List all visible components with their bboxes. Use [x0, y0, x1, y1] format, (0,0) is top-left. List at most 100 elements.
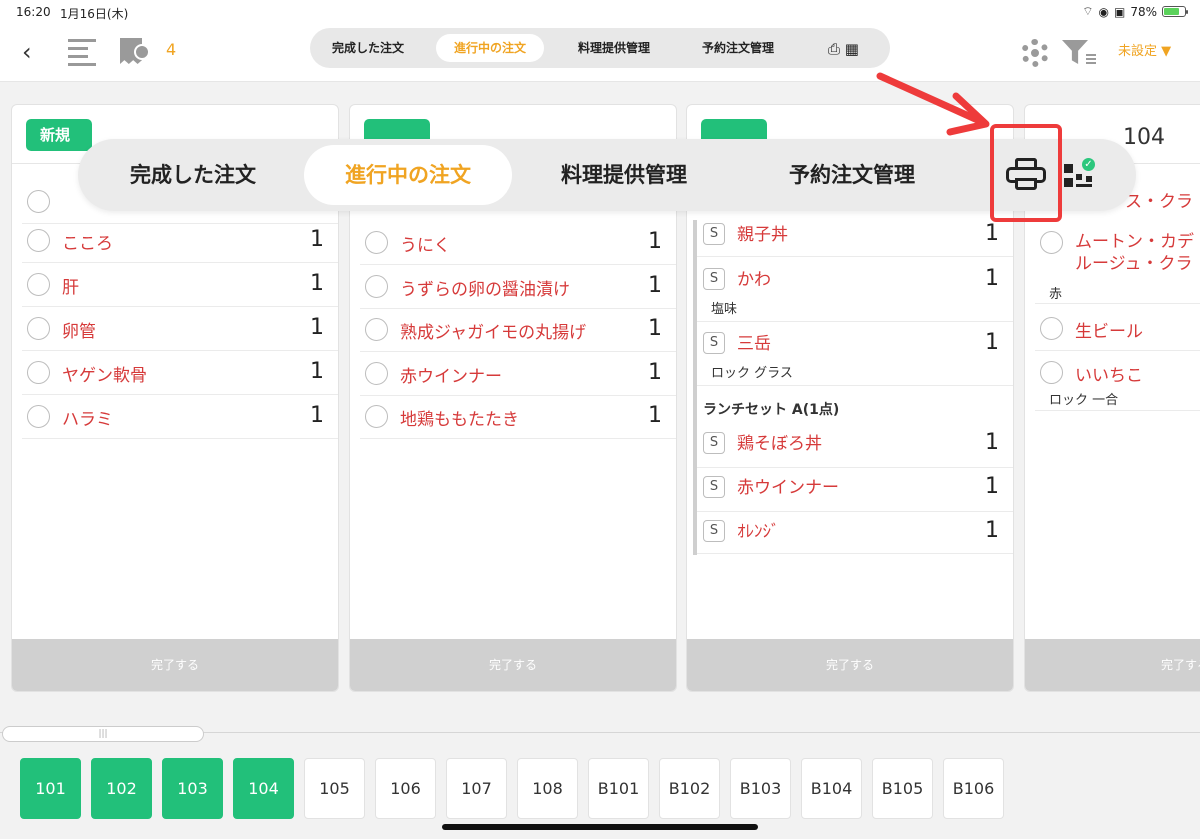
- s-tag: S: [703, 520, 725, 542]
- list-item[interactable]: 熟成ジャガイモの丸揚げ 1: [360, 308, 676, 352]
- qr-code-icon[interactable]: ✓: [1062, 156, 1097, 192]
- table-button-103[interactable]: 103: [162, 758, 223, 819]
- radio-icon[interactable]: [1040, 317, 1063, 340]
- zoom-tab-in-progress[interactable]: 進行中の注文: [304, 145, 512, 205]
- complete-button[interactable]: 完了する: [350, 639, 676, 691]
- list-item[interactable]: S かわ 1 塩味: [697, 260, 1013, 322]
- settings-gear-icon[interactable]: [1018, 36, 1052, 70]
- filter-icon[interactable]: [1062, 36, 1098, 66]
- item-name: 熟成ジャガイモの丸揚げ: [400, 323, 587, 343]
- radio-icon[interactable]: [27, 273, 50, 296]
- tab-serving[interactable]: 料理提供管理: [560, 34, 668, 62]
- list-item[interactable]: 卵管 1: [22, 307, 338, 351]
- item-name: ヤゲン軟骨: [62, 366, 147, 386]
- order-tabs: 完成した注文 進行中の注文 料理提供管理 予約注文管理 ⎙ ▦: [310, 28, 890, 68]
- item-qty: 1: [648, 360, 662, 385]
- list-item[interactable]: 地鶏ももたたき 1: [360, 395, 676, 439]
- item-name: ムートン・カデ ルージュ・クラ: [1075, 232, 1194, 274]
- list-item[interactable]: ハラミ 1: [22, 395, 338, 439]
- table-button-b105[interactable]: B105: [872, 758, 933, 819]
- radio-icon[interactable]: [27, 405, 50, 428]
- list-item[interactable]: ムートン・カデ ルージュ・クラ: [1035, 221, 1200, 289]
- list-item[interactable]: S 赤ウインナー 1: [697, 468, 1013, 512]
- table-button-b104[interactable]: B104: [801, 758, 862, 819]
- radio-icon[interactable]: [27, 229, 50, 252]
- table-button-105[interactable]: 105: [304, 758, 365, 819]
- table-button-b102[interactable]: B102: [659, 758, 720, 819]
- wifi-icon: ⌔: [1082, 4, 1094, 18]
- complete-button[interactable]: 完了する: [1025, 639, 1200, 691]
- tab-in-progress[interactable]: 進行中の注文: [436, 34, 545, 62]
- item-qty: 1: [310, 359, 324, 384]
- s-tag: S: [703, 432, 725, 454]
- zoom-tab-reservation[interactable]: 予約注文管理: [752, 145, 952, 205]
- unset-dropdown[interactable]: 未設定 ▼: [1118, 40, 1171, 59]
- table-button-b101[interactable]: B101: [588, 758, 649, 819]
- radio-icon[interactable]: [27, 317, 50, 340]
- complete-button[interactable]: 完了する: [12, 639, 338, 691]
- zoomed-order-tabs: 完成した注文 進行中の注文 料理提供管理 予約注文管理: [78, 139, 1136, 211]
- annotation-arrow: [876, 72, 990, 136]
- table-button-102[interactable]: 102: [91, 758, 152, 819]
- table-button-104[interactable]: 104: [233, 758, 294, 819]
- scroll-thumb[interactable]: |||: [2, 726, 204, 742]
- list-item[interactable]: うずらの卵の醤油漬け 1: [360, 265, 676, 309]
- battery-icon: [1162, 6, 1188, 17]
- s-tag: S: [703, 332, 725, 354]
- status-date: 1月16日(木): [60, 7, 129, 21]
- zoom-tab-completed[interactable]: 完成した注文: [88, 145, 298, 205]
- list-item[interactable]: ヤゲン軟骨 1: [22, 351, 338, 395]
- item-name: 地鶏ももたたき: [400, 410, 519, 430]
- table-button-b106[interactable]: B106: [943, 758, 1004, 819]
- location-icon: ◉: [1098, 4, 1109, 19]
- table-selector: 101 102 103 104 105 106 107 108 B101 B10…: [20, 758, 1200, 820]
- radio-icon[interactable]: [365, 362, 388, 385]
- list-item[interactable]: 赤ウインナー 1: [360, 352, 676, 396]
- list-item[interactable]: S 鶏そぼろ丼 1: [697, 424, 1013, 468]
- item-qty: 1: [985, 266, 999, 291]
- list-item[interactable]: うにく 1: [360, 221, 676, 265]
- radio-icon[interactable]: [365, 405, 388, 428]
- unset-label: 未設定: [1118, 44, 1158, 59]
- table-button-106[interactable]: 106: [375, 758, 436, 819]
- print-qr-icon[interactable]: ⎙ ▦: [828, 40, 874, 58]
- horizontal-scrollbar[interactable]: |||: [0, 726, 1200, 742]
- table-button-108[interactable]: 108: [517, 758, 578, 819]
- table-button-101[interactable]: 101: [20, 758, 81, 819]
- list-item[interactable]: S ｵﾚﾝｼﾞ 1: [697, 512, 1013, 554]
- item-name: いいちこ: [1075, 366, 1143, 386]
- radio-icon[interactable]: [27, 190, 50, 213]
- back-icon[interactable]: ‹: [22, 38, 32, 66]
- status-right: ⌔ ◉ ▣ 78%: [1082, 4, 1188, 19]
- list-item[interactable]: こころ 1: [22, 219, 338, 263]
- list-item[interactable]: S 三岳 1 ロック グラス: [697, 324, 1013, 386]
- radio-icon[interactable]: [365, 231, 388, 254]
- item-name: 赤ウインナー: [737, 478, 839, 498]
- radio-icon[interactable]: [1040, 361, 1063, 384]
- radio-icon[interactable]: [365, 275, 388, 298]
- table-button-107[interactable]: 107: [446, 758, 507, 819]
- item-name: ハラミ: [62, 410, 113, 430]
- tab-reservation[interactable]: 予約注文管理: [684, 34, 792, 62]
- tab-completed[interactable]: 完成した注文: [314, 34, 422, 62]
- radio-icon[interactable]: [27, 361, 50, 384]
- s-tag: S: [703, 223, 725, 245]
- complete-button[interactable]: 完了する: [687, 639, 1013, 691]
- item-qty: 1: [985, 518, 999, 543]
- radio-icon[interactable]: [1040, 231, 1063, 254]
- zoom-tab-serving[interactable]: 料理提供管理: [524, 145, 724, 205]
- item-name: 鶏そぼろ丼: [737, 434, 822, 454]
- menu-collapse-icon[interactable]: [68, 36, 98, 66]
- battery-percent: 78%: [1130, 4, 1157, 19]
- home-indicator[interactable]: [442, 824, 758, 830]
- item-qty: 1: [648, 273, 662, 298]
- receipt-clock-icon[interactable]: [118, 36, 152, 66]
- table-button-b103[interactable]: B103: [730, 758, 791, 819]
- item-name: 肝: [62, 278, 79, 298]
- list-item[interactable]: S 親子丼 1: [697, 215, 1013, 257]
- list-item[interactable]: 肝1: [22, 263, 338, 307]
- list-item[interactable]: 生ビール: [1035, 307, 1200, 351]
- status-bar: 16:20 1月16日(木) ⌔ ◉ ▣ 78%: [0, 0, 1200, 24]
- radio-icon[interactable]: [365, 318, 388, 341]
- item-qty: 1: [310, 403, 324, 428]
